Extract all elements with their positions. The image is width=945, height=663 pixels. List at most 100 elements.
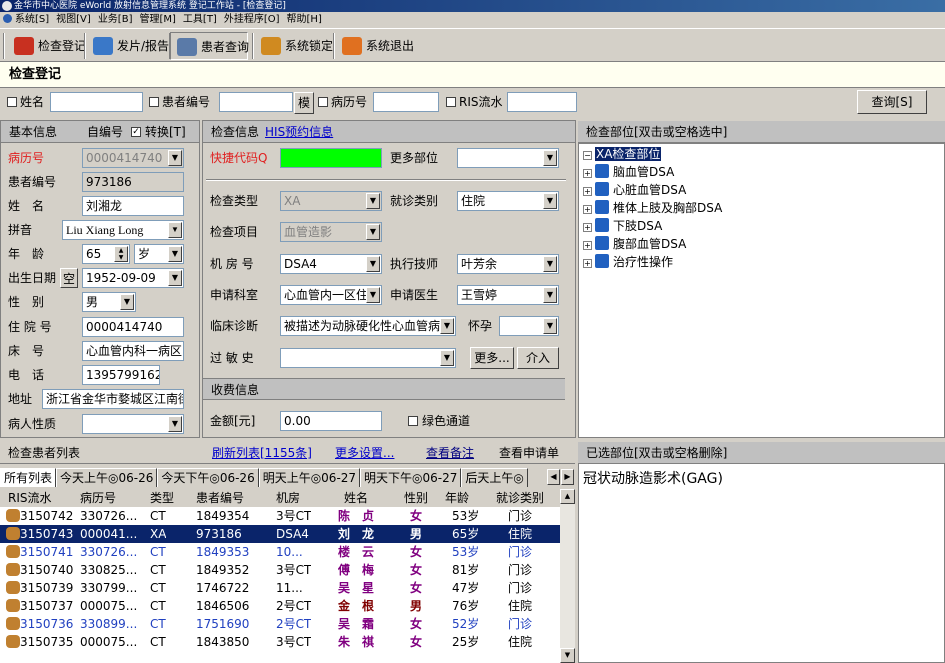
room-select[interactable]: DSA4 ▼ <box>280 254 382 274</box>
chevron-down-icon[interactable]: ▼ <box>366 287 380 303</box>
phone-field[interactable]: 13957991622 <box>82 365 160 385</box>
col-sex[interactable]: 性别 <box>404 489 428 507</box>
menu-view[interactable]: 视图[V] <box>56 14 91 25</box>
chevron-down-icon[interactable]: ▼ <box>366 256 380 272</box>
green-channel-checkbox[interactable] <box>408 416 418 426</box>
age-unit-select[interactable]: 岁 ▼ <box>134 244 184 264</box>
table-row[interactable]: 3150740 330825... CT 1849352 3号CT 傅 梅 女 81岁 门诊 <box>0 561 560 579</box>
allergy-select[interactable]: ▼ <box>280 348 456 368</box>
table-row[interactable]: 3150742 330726... CT 1849354 3号CT 陈 贞 女 53岁 门诊 <box>0 507 560 525</box>
expand-icon[interactable]: + <box>583 187 592 196</box>
expand-icon[interactable]: + <box>583 169 592 178</box>
system-menu-icon[interactable] <box>3 14 12 23</box>
convert-checkbox[interactable]: ✓ <box>131 127 141 137</box>
chevron-down-icon[interactable]: ▼ <box>440 350 454 366</box>
chevron-down-icon[interactable]: ▼ <box>543 318 557 334</box>
name-checkbox[interactable] <box>7 97 17 107</box>
chevron-down-icon[interactable]: ▼ <box>543 193 557 209</box>
tree-item[interactable]: + 腹部血管DSA <box>583 235 686 253</box>
table-row[interactable]: 3150736 330899... CT 1751690 2号CT 吴 霜 女 52岁 门诊 <box>0 615 560 633</box>
scroll-up-icon[interactable]: ▲ <box>560 489 575 504</box>
patient-no-checkbox[interactable] <box>149 97 159 107</box>
table-row[interactable]: 3150741 330726... CT 1849353 10... 楼 云 女 53岁 门诊 <box>0 543 560 561</box>
collapse-icon[interactable]: − <box>583 151 592 160</box>
gender-select[interactable]: 男 ▼ <box>82 292 136 312</box>
tree-item[interactable]: + 心脏血管DSA <box>583 181 686 199</box>
record-no-checkbox[interactable] <box>318 97 328 107</box>
quick-code-input[interactable] <box>280 148 382 168</box>
selected-part-item[interactable]: 冠状动脉造影术(GAG) <box>583 468 940 488</box>
col-ris[interactable]: RIS流水 <box>8 489 52 507</box>
nature-select[interactable]: ▼ <box>82 414 184 434</box>
film-report-button[interactable]: 发片/报告 <box>87 32 169 60</box>
pregnant-select[interactable]: ▼ <box>499 316 559 336</box>
chevron-down-icon[interactable]: ▼ <box>543 287 557 303</box>
birth-field[interactable]: 1952-09-09 ▼ <box>82 268 184 288</box>
expand-icon[interactable]: + <box>583 223 592 232</box>
table-row[interactable]: 3150735 000075... CT 1843850 3号CT 朱 祺 女 25岁 住院 <box>0 633 560 651</box>
tab-tomorrow-pm[interactable]: 明天下午◎06-27 <box>360 468 462 487</box>
expand-icon[interactable]: + <box>583 259 592 268</box>
tree-item[interactable]: + 椎体上肢及胸部DSA <box>583 199 722 217</box>
dept-select[interactable]: 心血管内一区住 ▼ <box>280 285 382 305</box>
register-button[interactable]: 检查登记 <box>8 32 86 60</box>
menu-business[interactable]: 业务[B] <box>98 14 133 25</box>
menu-help[interactable]: 帮助[H] <box>287 14 322 25</box>
col-visit[interactable]: 就诊类别 <box>496 489 544 507</box>
visit-type-select[interactable]: 住院 ▼ <box>457 191 559 211</box>
table-row[interactable]: 3150739 330799... CT 1746722 11... 吴 星 女 47岁 门诊 <box>0 579 560 597</box>
query-button[interactable]: 查询[S] <box>857 90 927 114</box>
scroll-down-icon[interactable]: ▼ <box>560 648 575 663</box>
address-field[interactable]: 浙江省金华市婺城区江南街 <box>42 389 184 409</box>
mo-button[interactable]: 模 <box>294 92 314 114</box>
menu-tools[interactable]: 工具[T] <box>183 14 217 25</box>
hosp-no-field[interactable]: 0000414740 <box>82 317 184 337</box>
col-record[interactable]: 病历号 <box>80 489 116 507</box>
patient-query-button[interactable]: 患者查询 <box>170 32 249 60</box>
menu-plugins[interactable]: 外挂程序[O] <box>224 14 280 25</box>
chevron-down-icon[interactable]: ▼ <box>366 224 380 240</box>
view-request-link[interactable]: 查看申请单 <box>499 442 559 464</box>
chevron-down-icon[interactable]: ▼ <box>168 222 182 238</box>
menu-manage[interactable]: 管理[M] <box>139 14 175 25</box>
chevron-down-icon[interactable]: ▼ <box>366 193 380 209</box>
tree-item[interactable]: + 脑血管DSA <box>583 163 674 181</box>
table-row[interactable]: 3150743 000041... XA 973186 DSA4 刘 龙 男 65岁 住院 <box>0 525 560 543</box>
his-link[interactable]: HIS预约信息 <box>265 121 333 143</box>
tab-today-pm[interactable]: 今天下午◎06-26 <box>157 468 259 487</box>
col-age[interactable]: 年龄 <box>445 489 469 507</box>
exam-type-select[interactable]: XA ▼ <box>280 191 382 211</box>
tree-root[interactable]: − XA检查部位 <box>583 145 662 163</box>
col-name[interactable]: 姓名 <box>344 489 368 507</box>
view-notes-link[interactable]: 查看备注 <box>426 442 474 464</box>
name-field[interactable]: 刘湘龙 <box>82 196 184 216</box>
intervene-button[interactable]: 介入 <box>517 347 559 369</box>
search-record-no-input[interactable] <box>373 92 439 112</box>
more-button[interactable]: 更多... <box>470 347 514 369</box>
grid-scrollbar[interactable]: ▲ ▼ <box>560 489 575 663</box>
search-name-input[interactable] <box>50 92 143 112</box>
chevron-down-icon[interactable]: ▼ <box>168 270 182 286</box>
col-room[interactable]: 机房 <box>276 489 300 507</box>
tech-select[interactable]: 叶芳余 ▼ <box>457 254 559 274</box>
doctor-select[interactable]: 王雪婷 ▼ <box>457 285 559 305</box>
amount-field[interactable]: 0.00 <box>280 411 382 431</box>
age-field[interactable]: 65 ▲ ▼ <box>82 244 130 264</box>
record-no-field[interactable]: 0000414740 ▼ <box>82 148 184 168</box>
chevron-down-icon[interactable]: ▼ <box>168 246 182 262</box>
refresh-link[interactable]: 刷新列表[1155条] <box>212 442 312 464</box>
col-patient-no[interactable]: 患者编号 <box>196 489 244 507</box>
chevron-down-icon[interactable]: ▼ <box>543 150 557 166</box>
table-row[interactable]: 3150737 000075... CT 1846506 2号CT 金 根 男 76岁 住院 <box>0 597 560 615</box>
tab-day-after-am[interactable]: 后天上午◎ <box>461 468 528 487</box>
chevron-down-icon[interactable]: ▼ <box>120 294 134 310</box>
expand-icon[interactable]: + <box>583 241 592 250</box>
lock-button[interactable]: 系统锁定 <box>255 32 333 60</box>
birth-clear-button[interactable]: 空 <box>60 268 78 288</box>
chevron-down-icon[interactable]: ▼ <box>440 318 454 334</box>
pinyin-field[interactable]: Liu Xiang Long ▼ <box>62 220 184 240</box>
tree-item[interactable]: + 治疗性操作 <box>583 253 673 271</box>
more-settings-link[interactable]: 更多设置... <box>335 442 394 464</box>
chevron-down-icon[interactable]: ▼ <box>168 416 182 432</box>
ris-checkbox[interactable] <box>446 97 456 107</box>
